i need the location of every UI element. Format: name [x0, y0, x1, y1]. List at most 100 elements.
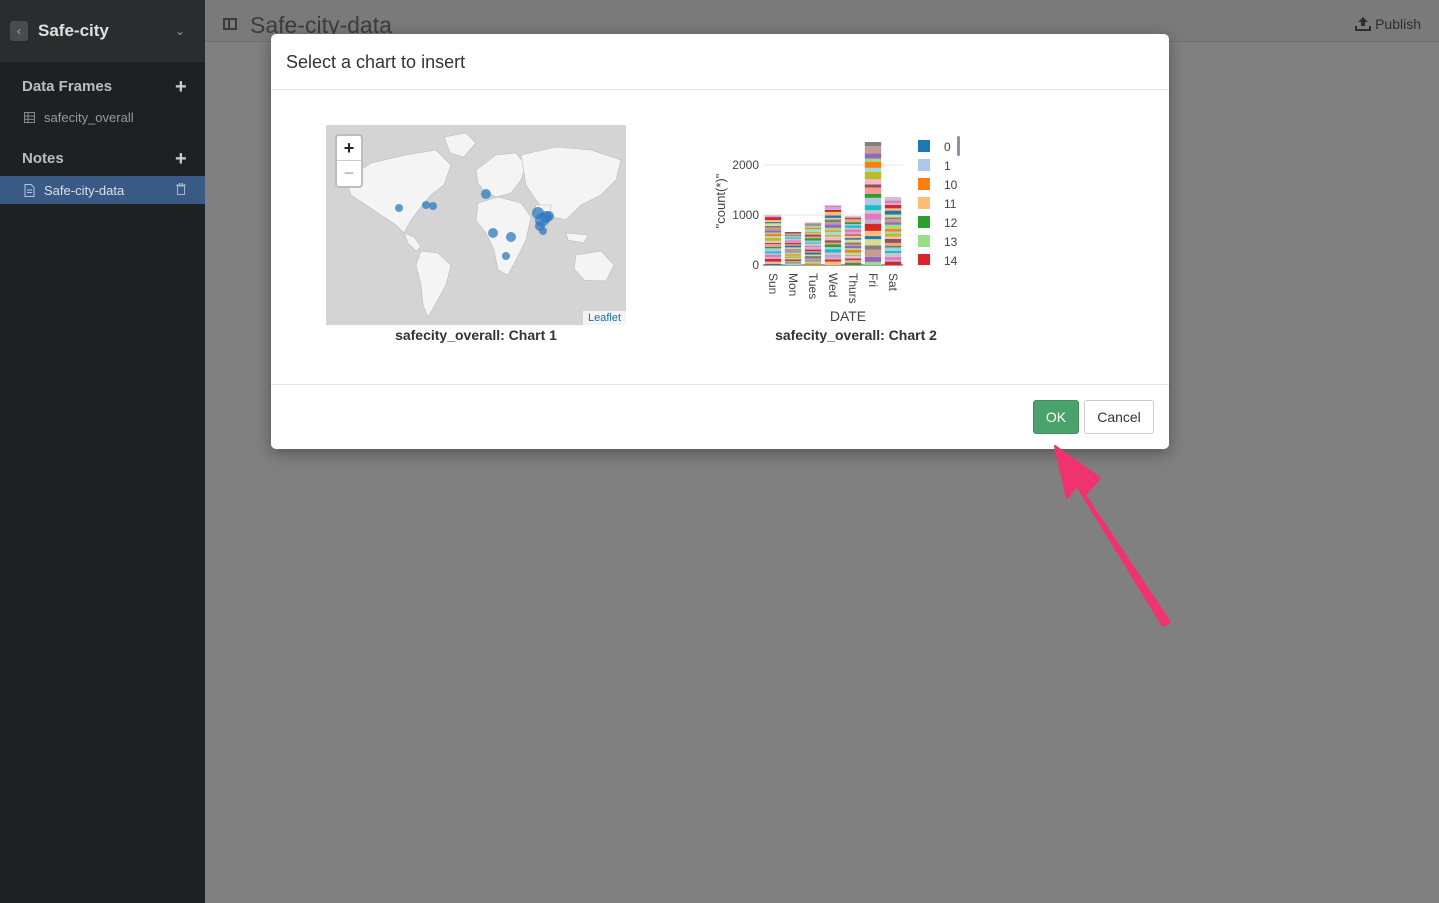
- cancel-button[interactable]: Cancel: [1084, 400, 1154, 434]
- legend: 0 1 10 11 12 13 14: [918, 136, 960, 265]
- y-tick-label: 1000: [732, 208, 759, 222]
- legend-swatch: [918, 197, 930, 209]
- bar-segment: [864, 184, 882, 188]
- trash-icon[interactable]: [176, 183, 186, 195]
- bar-segment: [884, 236, 902, 239]
- bar-segment: [824, 249, 842, 253]
- bar-segment: [884, 228, 902, 232]
- zoom-in-button[interactable]: +: [337, 136, 361, 161]
- sidebar-item-safecity-overall[interactable]: safecity_overall: [0, 103, 205, 131]
- bar-segment: [764, 236, 782, 238]
- bar-segment: [884, 231, 902, 234]
- bar-segment: [804, 225, 822, 228]
- bar-segment: [864, 230, 882, 237]
- y-tick-label: 2000: [732, 158, 759, 172]
- bars: [764, 142, 902, 265]
- bar-segment: [784, 259, 802, 262]
- bar-segment: [844, 260, 862, 263]
- legend-swatch: [918, 178, 930, 190]
- bar-segment: [864, 187, 882, 194]
- x-tick-label: Sun: [766, 273, 780, 294]
- bar-segment: [824, 234, 842, 237]
- bar-segment: [784, 237, 802, 239]
- add-data-frame-icon[interactable]: +: [175, 77, 187, 97]
- bar-segment: [764, 251, 782, 254]
- legend-label: 11: [944, 197, 957, 211]
- bar-segment: [804, 252, 822, 255]
- bar-segment: [884, 219, 902, 223]
- bar-segment: [864, 146, 882, 154]
- bar-segment: [864, 167, 882, 172]
- bar-chart-option[interactable]: 010002000 Sun Mon Tues Wed Thurs Fri Sat DATE …: [711, 134, 1001, 334]
- bar-segment: [844, 248, 862, 250]
- divider: [271, 384, 1169, 385]
- bar-segment: [824, 256, 842, 260]
- bar-segment: [844, 245, 862, 249]
- bar-segment: [784, 262, 802, 264]
- legend-swatch: [918, 159, 930, 171]
- bar-segment: [884, 238, 902, 243]
- legend-scrollbar[interactable]: [957, 136, 960, 156]
- bar-segment: [884, 204, 902, 209]
- bar-segment: [864, 261, 882, 265]
- bar-segment: [844, 262, 862, 265]
- bar-segment: [884, 233, 902, 237]
- leaflet-attribution-link[interactable]: Leaflet: [582, 311, 626, 325]
- chart2-caption: safecity_overall: Chart 2: [775, 327, 937, 343]
- chart1-caption: safecity_overall: Chart 1: [395, 327, 557, 343]
- bar-segment: [844, 234, 862, 236]
- panel-toggle-icon[interactable]: [223, 18, 237, 30]
- bar-segment: [844, 225, 862, 228]
- back-icon[interactable]: ‹: [10, 21, 28, 41]
- map-chart-option[interactable]: + − Leaflet: [326, 125, 626, 325]
- legend-label: 10: [944, 178, 958, 192]
- ok-button[interactable]: OK: [1033, 400, 1079, 434]
- bar-segment: [804, 229, 822, 232]
- bar-segment: [864, 172, 882, 180]
- x-axis-label: DATE: [830, 308, 866, 324]
- bar-segment: [764, 254, 782, 258]
- bar-segment: [824, 231, 842, 235]
- bar-segment: [824, 222, 842, 225]
- zoom-out-button[interactable]: −: [337, 161, 361, 186]
- bar-segment: [804, 243, 822, 246]
- bar-segment: [824, 255, 842, 257]
- bar-segment: [784, 247, 802, 249]
- bar-segment: [884, 250, 902, 254]
- legend-swatch: [918, 140, 930, 152]
- bar-segment: [784, 251, 802, 253]
- publish-button[interactable]: Publish: [1355, 16, 1421, 32]
- bar-segment: [784, 238, 802, 241]
- bar-segment: [844, 256, 862, 259]
- bar-segment: [864, 142, 882, 147]
- bar-segment: [804, 247, 822, 250]
- sidebar-item-safe-city-data[interactable]: Safe-city-data: [0, 176, 205, 204]
- bar-segment: [784, 258, 802, 260]
- bar-segment: [764, 232, 782, 234]
- bar-segment: [844, 238, 862, 240]
- chevron-down-icon[interactable]: ⌄: [175, 24, 185, 38]
- zoom-control: + −: [335, 134, 363, 188]
- bar-segment: [844, 244, 862, 246]
- bar-segment: [824, 236, 842, 241]
- bar-segment: [764, 244, 782, 247]
- bar-segment: [804, 261, 822, 264]
- add-note-icon[interactable]: +: [175, 149, 187, 169]
- bar-segment: [824, 217, 842, 220]
- bar-segment: [824, 244, 842, 248]
- bar-segment: [804, 227, 822, 230]
- bar-segment: [784, 235, 802, 238]
- project-name: Safe-city: [38, 21, 109, 40]
- bar-segment: [764, 261, 782, 264]
- dialog-title: Select a chart to insert: [286, 52, 466, 72]
- bar-segment: [864, 239, 882, 246]
- bar-segment: [764, 246, 782, 249]
- bar-segment: [804, 231, 822, 234]
- bar-segment: [864, 223, 882, 231]
- bar-segment: [804, 254, 822, 257]
- x-tick-label: Thurs: [846, 273, 860, 304]
- bar-segment: [804, 242, 822, 244]
- bar-segment: [864, 213, 882, 220]
- bar-segment: [764, 230, 782, 233]
- bar-segment: [824, 215, 842, 218]
